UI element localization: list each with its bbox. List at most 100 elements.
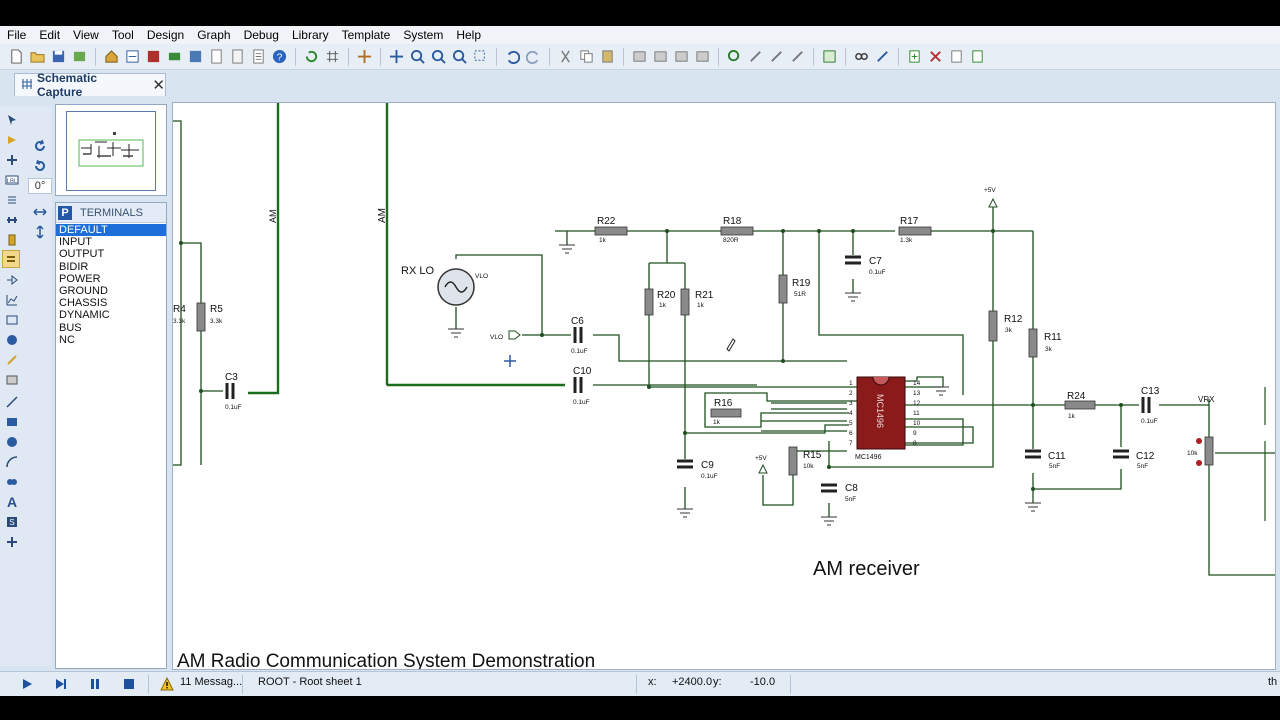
rotate-clockwise-icon[interactable] <box>32 138 48 154</box>
menu-file[interactable]: File <box>0 28 32 42</box>
bom-icon[interactable] <box>208 48 226 66</box>
graph-mode-icon[interactable] <box>4 292 20 308</box>
generator-mode-icon[interactable] <box>4 332 20 348</box>
undo-icon[interactable] <box>504 48 522 66</box>
save-icon[interactable] <box>50 48 68 66</box>
menu-debug[interactable]: Debug <box>237 28 285 42</box>
overview-viewport[interactable] <box>66 111 156 191</box>
block-move-icon[interactable] <box>652 48 670 66</box>
refresh-icon[interactable] <box>303 48 321 66</box>
path-mode-icon[interactable] <box>4 474 20 490</box>
menu-view[interactable]: View <box>66 28 105 42</box>
make-device-icon[interactable] <box>747 48 765 66</box>
new-file-icon[interactable] <box>8 48 26 66</box>
terminal-ground[interactable]: GROUND <box>56 285 166 297</box>
symbols-mode-icon[interactable]: S <box>4 514 20 530</box>
search-icon[interactable] <box>853 48 871 66</box>
gerber-icon[interactable] <box>187 48 205 66</box>
block-delete-icon[interactable] <box>694 48 712 66</box>
notes-icon[interactable] <box>250 48 268 66</box>
cut-icon[interactable] <box>557 48 575 66</box>
menu-graph[interactable]: Graph <box>190 28 236 42</box>
bus-mode-icon[interactable] <box>4 212 20 228</box>
exit-to-parent-icon[interactable] <box>948 48 966 66</box>
block-copy-icon[interactable] <box>631 48 649 66</box>
schematic-canvas[interactable]: R22 1k R18 820R R17 1.3k C7 0.1uF R20 1k… <box>172 102 1276 670</box>
property-tool-icon[interactable] <box>874 48 892 66</box>
menu-library[interactable]: Library <box>285 28 335 42</box>
device-pins-mode-icon[interactable] <box>4 272 20 288</box>
close-icon[interactable]: ✕ <box>152 76 165 94</box>
open-folder-icon[interactable] <box>29 48 47 66</box>
menu-design[interactable]: Design <box>140 28 190 42</box>
line-mode-icon[interactable] <box>4 394 20 410</box>
tab-schematic-capture[interactable]: Schematic Capture ✕ <box>14 71 166 99</box>
zoom-out-icon[interactable] <box>430 48 448 66</box>
virtual-instruments-mode-icon[interactable] <box>4 372 20 388</box>
text-script-mode-icon[interactable] <box>4 192 20 208</box>
menu-template[interactable]: Template <box>335 28 397 42</box>
zoom-all-icon[interactable] <box>451 48 469 66</box>
copy-icon[interactable] <box>578 48 596 66</box>
paste-icon[interactable] <box>599 48 617 66</box>
stop-button[interactable] <box>120 675 138 693</box>
block-rotate-icon[interactable] <box>673 48 691 66</box>
box-mode-icon[interactable] <box>4 414 20 430</box>
mirror-vertical-icon[interactable] <box>32 224 48 240</box>
subcircuit-mode-icon[interactable] <box>4 232 20 248</box>
warning-icon[interactable] <box>158 675 176 693</box>
menu-help[interactable]: Help <box>449 28 487 42</box>
circle-mode-icon[interactable] <box>4 434 20 450</box>
terminal-default[interactable]: DEFAULT <box>56 224 166 237</box>
terminal-power[interactable]: POWER <box>56 273 166 285</box>
menu-tool[interactable]: Tool <box>105 28 140 42</box>
schematic-icon[interactable] <box>124 48 142 66</box>
terminal-output[interactable]: OUTPUT <box>56 248 166 260</box>
zoom-area-icon[interactable] <box>472 48 490 66</box>
electrical-rule-check-icon[interactable] <box>969 48 987 66</box>
arc-mode-icon[interactable] <box>4 454 20 470</box>
pick-device-icon[interactable] <box>726 48 744 66</box>
3d-view-icon[interactable] <box>166 48 184 66</box>
markers-mode-icon[interactable] <box>4 534 20 550</box>
messages-count[interactable]: 11 Messag... <box>180 676 242 688</box>
wire-autorouter-icon[interactable] <box>821 48 839 66</box>
grid-toggle-icon[interactable] <box>324 48 342 66</box>
origin-icon[interactable] <box>356 48 374 66</box>
zoom-in-icon[interactable] <box>409 48 427 66</box>
mirror-horizontal-icon[interactable] <box>32 204 48 220</box>
terminal-input[interactable]: INPUT <box>56 236 166 248</box>
home-icon[interactable] <box>103 48 121 66</box>
overview-window[interactable] <box>55 104 167 196</box>
import-icon[interactable] <box>71 48 89 66</box>
tape-recorder-mode-icon[interactable] <box>4 312 20 328</box>
pause-button[interactable] <box>86 675 104 693</box>
voltage-probe-mode-icon[interactable] <box>4 352 20 368</box>
package-tool-icon[interactable] <box>768 48 786 66</box>
remove-sheet-icon[interactable] <box>927 48 945 66</box>
redo-icon[interactable] <box>525 48 543 66</box>
menu-system[interactable]: System <box>396 28 449 42</box>
pan-icon[interactable] <box>388 48 406 66</box>
menu-edit[interactable]: Edit <box>32 28 66 42</box>
wire-label-mode-icon[interactable]: LBL <box>4 172 20 188</box>
text-mode-icon[interactable]: A <box>4 494 20 510</box>
terminal-chassis[interactable]: CHASSIS <box>56 297 166 309</box>
pcb-icon[interactable] <box>145 48 163 66</box>
component-mode-icon[interactable] <box>4 132 20 148</box>
step-button[interactable] <box>52 675 70 693</box>
pick-devices-button[interactable]: P <box>58 205 72 220</box>
new-sheet-icon[interactable] <box>906 48 924 66</box>
terminal-bidir[interactable]: BIDIR <box>56 261 166 273</box>
play-button[interactable] <box>18 675 36 693</box>
junction-dot-mode-icon[interactable] <box>4 152 20 168</box>
rotation-angle-field[interactable]: 0° <box>28 178 52 194</box>
help-icon[interactable]: ? <box>271 48 289 66</box>
selection-mode-icon[interactable] <box>4 112 20 128</box>
terminal-dynamic[interactable]: DYNAMIC <box>56 309 166 321</box>
terminals-mode-icon[interactable] <box>2 250 20 268</box>
terminal-bus[interactable]: BUS <box>56 322 166 334</box>
source-code-icon[interactable] <box>229 48 247 66</box>
terminal-nc[interactable]: NC <box>56 334 166 346</box>
decompose-icon[interactable] <box>789 48 807 66</box>
